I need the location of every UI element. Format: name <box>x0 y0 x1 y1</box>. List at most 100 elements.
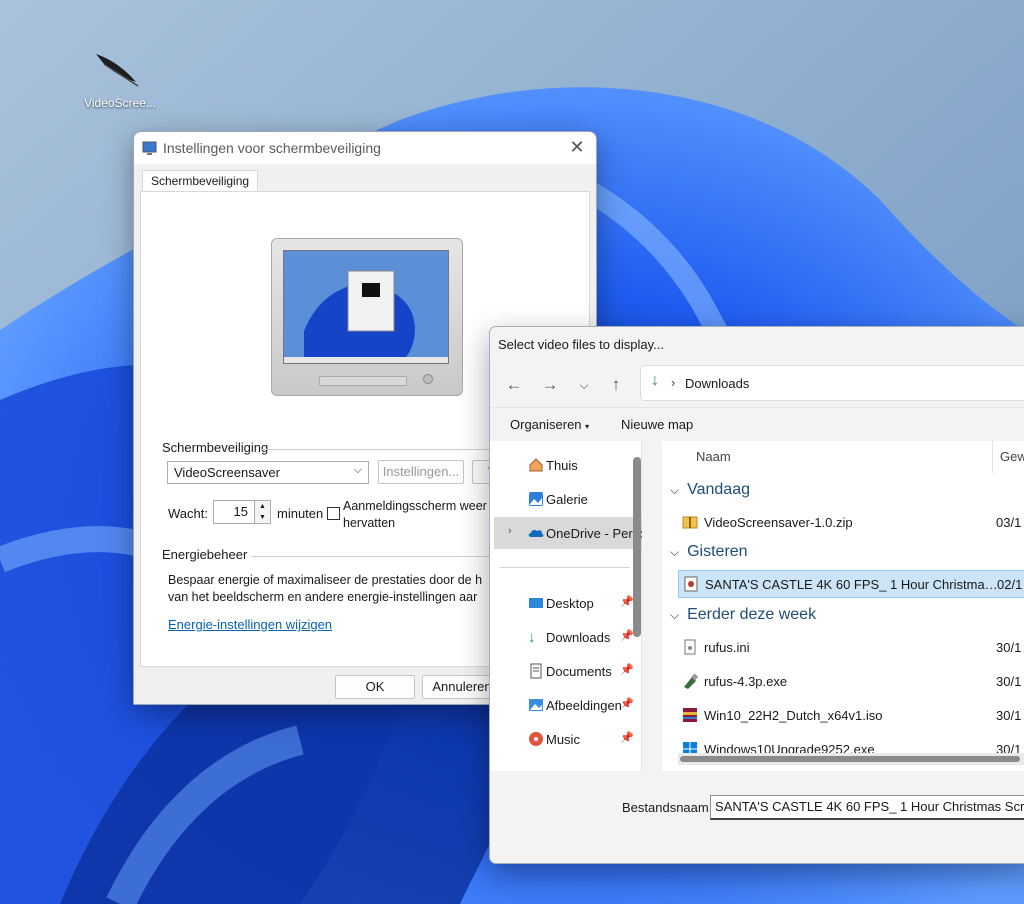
tab-strip: Schermbeveiliging <box>140 170 590 192</box>
screensaver-select[interactable]: VideoScreensaver ⌵ <box>167 461 369 484</box>
organize-button[interactable]: Organiseren ▾ <box>510 417 589 432</box>
file-date: 30/1 <box>996 639 1022 655</box>
ini-file-icon <box>682 639 698 655</box>
file-name: Win10_22H2_Dutch_x64v1.iso <box>704 707 883 723</box>
file-date: 30/1 <box>996 673 1022 689</box>
download-icon: ↓ <box>651 372 659 389</box>
nav-scrollbar[interactable] <box>633 457 641 637</box>
nav-item-onedrive[interactable]: › OneDrive - Persc <box>494 517 642 549</box>
nav-item-home[interactable]: Thuis <box>494 449 642 481</box>
pin-icon[interactable]: 📌 <box>620 629 634 642</box>
minutes-label: minuten <box>277 506 324 521</box>
group-header-yesterday[interactable]: ⌵ Gisteren <box>670 543 748 561</box>
archive-icon <box>682 707 698 723</box>
nav-item-label: Afbeeldingen <box>546 697 622 713</box>
desktop-icon-label: VideoScree... <box>84 96 156 110</box>
back-arrow-icon[interactable]: ← <box>502 373 526 397</box>
monitor-power-led <box>423 374 433 384</box>
dialog-titlebar: Instellingen voor schermbeveiliging <box>134 132 596 164</box>
preview-screen <box>283 250 449 364</box>
gallery-icon <box>528 491 544 507</box>
section-label-power: Energiebeheer <box>162 547 248 562</box>
nav-item-gallery[interactable]: Galerie <box>494 483 642 515</box>
scrollbar-thumb[interactable] <box>680 756 1020 762</box>
nav-item-label: Downloads <box>546 629 611 645</box>
music-icon <box>528 731 544 747</box>
file-date: 02/1 <box>997 576 1023 592</box>
home-icon <box>528 457 544 473</box>
usb-exe-icon <box>682 673 699 689</box>
caret-down-icon: ▾ <box>585 422 590 431</box>
group-label: Gisteren <box>687 543 748 560</box>
pin-icon[interactable]: 📌 <box>620 731 634 744</box>
screensaver-preview-monitor <box>271 238 463 396</box>
file-name: SANTA'S CASTLE 4K 60 FPS_ 1 Hour Christm… <box>705 576 999 592</box>
onedrive-icon <box>528 525 544 541</box>
command-bar: Organiseren ▾ Nieuwe map <box>490 407 1024 441</box>
group-header-earlier-this-week[interactable]: ⌵ Eerder deze week <box>670 606 816 624</box>
file-open-dialog: Select video files to display... ← → ⌵ ↑… <box>489 326 1024 864</box>
file-row[interactable]: Win10_22H2_Dutch_x64v1.iso 30/1 <box>678 701 1024 729</box>
wait-value: 15 <box>233 504 248 519</box>
pin-icon[interactable]: 📌 <box>620 595 634 608</box>
pin-icon[interactable]: 📌 <box>620 697 634 710</box>
forward-arrow-icon[interactable]: → <box>538 373 562 397</box>
file-row[interactable]: VideoScreensaver-1.0.zip 03/1 <box>678 508 1024 536</box>
desktop-shortcut-videoscreensaver[interactable]: VideoScree... <box>78 44 162 110</box>
power-settings-link[interactable]: Energie-instellingen wijzigen <box>168 617 332 632</box>
section-label-screensaver: Schermbeveiliging <box>162 440 269 455</box>
chevron-down-icon: ⌵ <box>670 482 680 497</box>
nav-item-label: Desktop <box>546 595 594 611</box>
nav-divider <box>500 567 630 568</box>
filename-input[interactable]: SANTA'S CASTLE 4K 60 FPS_ 1 Hour Christm… <box>710 795 1024 820</box>
new-folder-button[interactable]: Nieuwe map <box>621 417 693 432</box>
file-list: Naam Gew ⌵ Vandaag VideoScreensaver-1.0.… <box>662 441 1024 771</box>
column-header-date[interactable]: Gew <box>1000 449 1024 464</box>
horizontal-scrollbar[interactable] <box>678 753 1024 765</box>
nav-item-label: Documents <box>546 663 612 679</box>
recent-chevron-down-icon[interactable]: ⌵ <box>572 373 596 397</box>
desktop-icon <box>528 595 544 611</box>
quill-icon <box>78 44 162 96</box>
ok-button[interactable]: OK <box>335 675 415 699</box>
group-label: Vandaag <box>687 481 750 498</box>
nav-item-documents[interactable]: Documents 📌 <box>494 655 642 687</box>
column-separator[interactable] <box>992 441 993 473</box>
downloads-icon: ↓ <box>528 629 536 646</box>
address-bar[interactable]: ↓ › Downloads <box>640 365 1024 401</box>
up-arrow-icon[interactable]: ↑ <box>604 373 628 397</box>
settings-button[interactable]: Instellingen... <box>378 460 464 484</box>
chevron-down-icon: ⌵ <box>670 607 680 622</box>
monitor-base <box>319 376 407 386</box>
zip-icon <box>682 514 698 530</box>
address-location: Downloads <box>685 376 750 391</box>
organize-label: Organiseren <box>510 417 582 432</box>
resume-logon-checkbox[interactable] <box>327 507 340 520</box>
file-row[interactable]: rufus-4.3p.exe 30/1 <box>678 667 1024 695</box>
file-dialog-title: Select video files to display... <box>498 337 664 352</box>
nav-item-downloads[interactable]: ↓ Downloads 📌 <box>494 621 642 653</box>
nav-item-pictures[interactable]: Afbeeldingen 📌 <box>494 689 642 721</box>
group-header-today[interactable]: ⌵ Vandaag <box>670 481 750 499</box>
nav-item-label: Music <box>546 731 580 747</box>
file-name: rufus-4.3p.exe <box>704 673 788 689</box>
close-icon[interactable]: ✕ <box>568 138 586 156</box>
wait-minutes-stepper[interactable]: 15 ▲ ▼ <box>213 500 271 524</box>
nav-item-music[interactable]: Music 📌 <box>494 723 642 755</box>
file-name: VideoScreensaver-1.0.zip <box>704 514 853 530</box>
resume-checkbox-label-1: Aanmeldingsscherm weer <box>343 499 487 513</box>
screensaver-app-icon <box>142 141 157 156</box>
pin-icon[interactable]: 📌 <box>620 663 634 676</box>
column-header-name[interactable]: Naam <box>696 449 731 464</box>
file-name: rufus.ini <box>704 639 750 655</box>
tab-screensaver[interactable]: Schermbeveiliging <box>142 170 259 192</box>
navigation-bar: ← → ⌵ ↑ ↓ › Downloads <box>490 363 1024 407</box>
file-row-selected[interactable]: SANTA'S CASTLE 4K 60 FPS_ 1 Hour Christm… <box>678 570 1024 598</box>
nav-item-label: Thuis <box>546 457 578 473</box>
spin-arrows-icon[interactable]: ▲ ▼ <box>254 501 270 523</box>
file-row[interactable]: rufus.ini 30/1 <box>678 633 1024 661</box>
dialog-title: Instellingen voor schermbeveiliging <box>163 140 381 156</box>
chevron-down-icon: ⌵ <box>353 464 362 476</box>
nav-item-desktop[interactable]: Desktop 📌 <box>494 587 642 619</box>
wait-label: Wacht: <box>168 506 208 521</box>
